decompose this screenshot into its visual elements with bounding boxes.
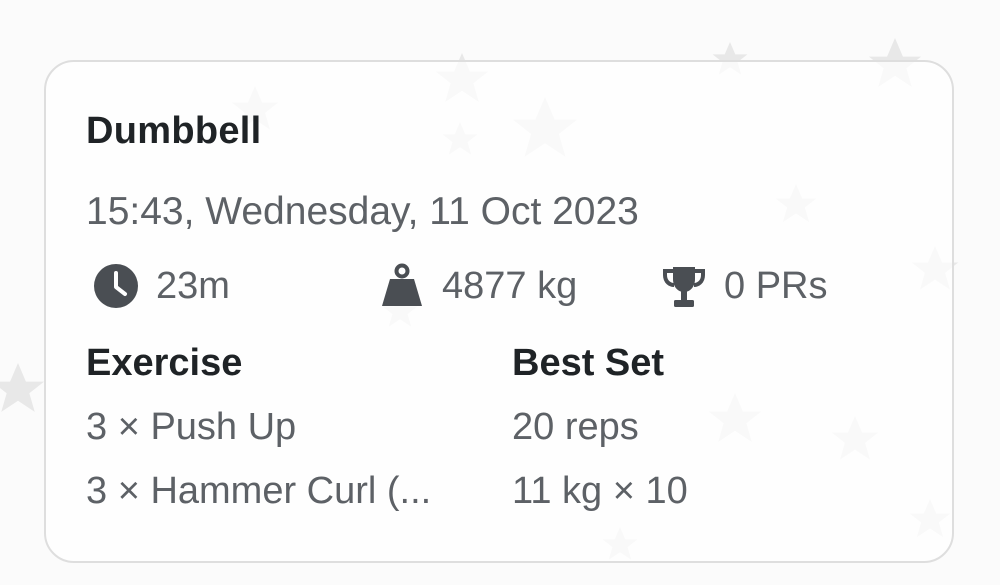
weight-icon xyxy=(378,262,426,310)
workout-title: Dumbbell xyxy=(86,110,262,152)
best-set-column-header: Best Set xyxy=(512,342,665,384)
clock-icon xyxy=(92,262,140,310)
exercise-column-header: Exercise xyxy=(86,342,243,384)
screen: Dumbbell 15:43, Wednesday, 11 Oct 2023 2… xyxy=(0,0,1000,585)
prs-stat: 0 PRs xyxy=(660,262,827,310)
best-set-value: 20 reps xyxy=(512,406,639,448)
best-set-value: 11 kg × 10 xyxy=(512,470,688,512)
duration-value: 23m xyxy=(156,264,230,307)
exercise-name: 3 × Hammer Curl (... xyxy=(86,470,432,512)
trophy-icon xyxy=(660,262,708,310)
volume-value: 4877 kg xyxy=(442,264,578,307)
exercise-name: 3 × Push Up xyxy=(86,406,297,448)
volume-stat: 4877 kg xyxy=(378,262,577,310)
duration-stat: 23m xyxy=(92,262,230,310)
workout-datetime: 15:43, Wednesday, 11 Oct 2023 xyxy=(86,190,639,233)
prs-value: 0 PRs xyxy=(724,264,828,307)
